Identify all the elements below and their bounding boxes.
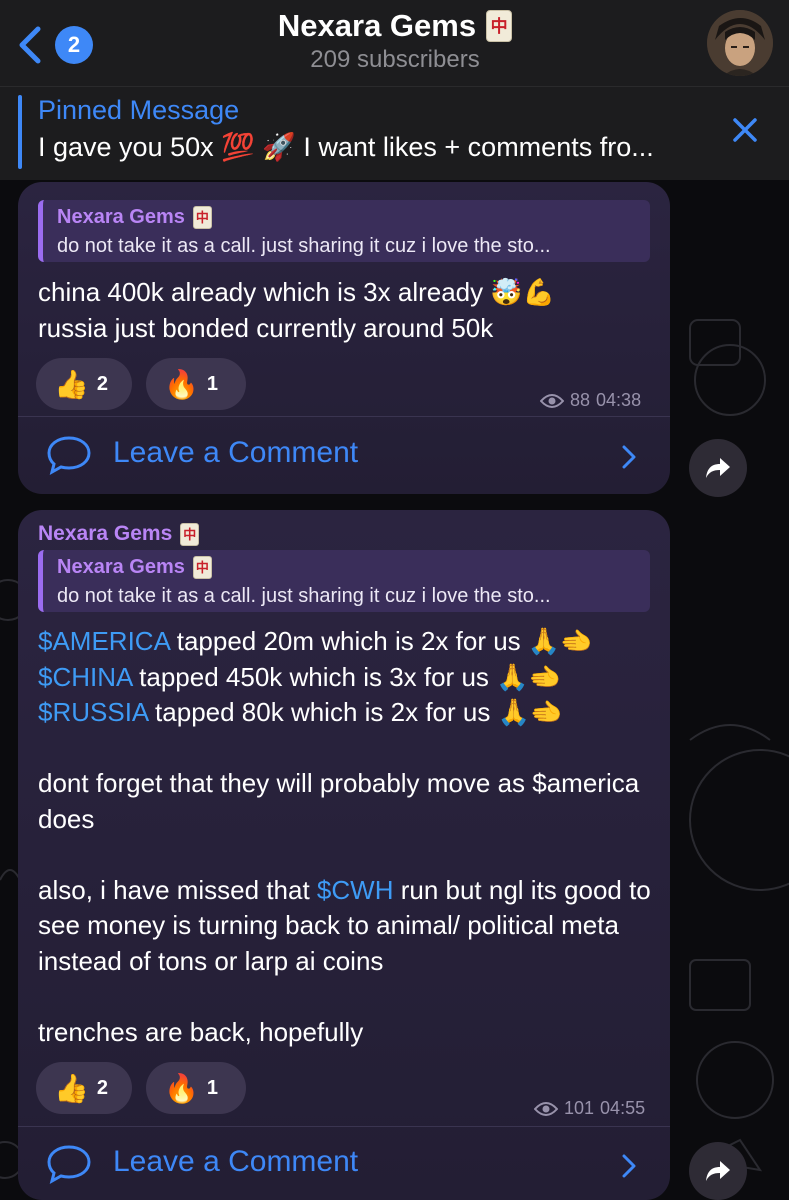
message-text: $AMERICA tapped 20m which is 2x for us 🙏… (38, 624, 658, 1050)
message-text: china 400k already which is 3x already 🤯… (38, 275, 658, 346)
reaction-fire[interactable]: 🔥 1 (146, 1062, 246, 1114)
reaction-thumbs-up[interactable]: 👍 2 (36, 358, 132, 410)
channel-avatar[interactable] (707, 10, 773, 76)
pinned-message-bar[interactable]: Pinned Message I gave you 50x 💯 🚀 I want… (0, 86, 789, 180)
chevron-right-icon (622, 1154, 636, 1178)
reply-author: Nexara Gems 中 (57, 556, 650, 579)
line-text: tapped 450k which is 3x for us 🙏🫲 (131, 661, 561, 692)
reaction-count: 2 (96, 372, 108, 395)
reaction-count: 2 (96, 1076, 108, 1099)
eye-icon (540, 393, 564, 408)
reply-preview[interactable]: Nexara Gems 中 do not take it as a call. … (38, 200, 650, 262)
reply-preview[interactable]: Nexara Gems 中 do not take it as a call. … (38, 550, 650, 612)
comment-bubble-icon (47, 1145, 91, 1184)
message-meta: 88 04:38 (540, 390, 641, 411)
message-bubble: Nexara Gems 中 do not take it as a call. … (18, 182, 670, 494)
view-count: 101 (564, 1098, 595, 1118)
message-line: china 400k already which is 3x already 🤯… (38, 277, 556, 307)
subscriber-count: 209 subscribers (310, 46, 480, 73)
message-time: 04:38 (596, 390, 642, 410)
message-bubble: Nexara Gems 中 Nexara Gems 中 do not take … (18, 510, 670, 1200)
message-sender[interactable]: Nexara Gems 中 (38, 522, 200, 546)
message-paragraph: dont forget that they will probably move… (38, 768, 640, 834)
divider (18, 416, 670, 417)
back-button[interactable]: 2 (14, 22, 93, 66)
reaction-count: 1 (206, 1076, 218, 1099)
comment-label: Leave a Comment (113, 1145, 359, 1178)
unread-count-badge: 2 (55, 26, 93, 64)
pinned-text: I gave you 50x 💯 🚀 I want likes + commen… (38, 132, 654, 162)
comment-label: Leave a Comment (113, 436, 359, 469)
pinned-label: Pinned Message (38, 95, 240, 125)
cashtag-link[interactable]: $CHINA (38, 662, 132, 692)
sender-name: Nexara Gems (38, 522, 173, 545)
divider (18, 1126, 670, 1127)
leave-comment-button[interactable]: Leave a Comment (18, 419, 670, 491)
share-button[interactable] (689, 1142, 747, 1200)
comment-bubble-icon (47, 436, 91, 475)
message-line: $CHINA tapped 450k which is 3x for us 🙏🫲 (38, 660, 658, 696)
chevron-left-icon (19, 26, 41, 64)
reply-text: do not take it as a call. just sharing i… (57, 585, 551, 607)
message-line: $AMERICA tapped 20m which is 2x for us 🙏… (38, 624, 658, 660)
message-paragraph: also, i have missed that $CWH run but ng… (38, 873, 658, 980)
reaction-fire[interactable]: 🔥 1 (146, 358, 246, 410)
share-arrow-icon (706, 1161, 730, 1181)
eye-icon (534, 1101, 558, 1116)
reaction-count: 1 (206, 372, 218, 395)
channel-title: Nexara Gems 中 (277, 8, 513, 44)
reply-author-name: Nexara Gems (57, 206, 185, 228)
reply-author: Nexara Gems 中 (57, 206, 650, 229)
thumbs-up-icon: 👍 (54, 1072, 89, 1104)
message-line: russia just bonded currently around 50k (38, 312, 494, 343)
channel-name: Nexara Gems (277, 8, 477, 43)
cashtag-link[interactable]: $AMERICA (38, 626, 170, 656)
thumbs-up-icon: 👍 (54, 368, 89, 400)
message-meta: 101 04:55 (534, 1098, 645, 1119)
reaction-thumbs-up[interactable]: 👍 2 (36, 1062, 132, 1114)
reply-author-name: Nexara Gems (57, 556, 185, 578)
cashtag-link[interactable]: $RUSSIA (38, 697, 148, 727)
leave-comment-button[interactable]: Leave a Comment (18, 1128, 670, 1200)
message-paragraph: trenches are back, hopefully (38, 1016, 364, 1047)
line-text: tapped 20m which is 2x for us 🙏🫲 (169, 626, 593, 656)
chevron-right-icon (622, 445, 636, 469)
fire-icon: 🔥 (164, 368, 199, 400)
mahjong-tile-icon: 中 (486, 10, 513, 42)
close-icon[interactable] (730, 115, 760, 145)
pinned-indicator (18, 95, 22, 169)
cashtag-link[interactable]: $CWH (317, 875, 394, 905)
fire-icon: 🔥 (164, 1072, 199, 1104)
message-time: 04:55 (600, 1098, 646, 1118)
share-arrow-icon (706, 458, 730, 478)
paragraph-text: also, i have missed that (38, 874, 317, 905)
reply-text: do not take it as a call. just sharing i… (57, 235, 551, 257)
line-text: tapped 80k which is 2x for us 🙏🫲 (147, 697, 563, 727)
avatar-portrait-icon (707, 10, 773, 76)
message-line: $RUSSIA tapped 80k which is 2x for us 🙏🫲 (38, 695, 658, 731)
share-button[interactable] (689, 439, 747, 497)
channel-title-area[interactable]: Nexara Gems 中 209 subscribers (160, 8, 630, 74)
mahjong-tile-icon: 中 (180, 522, 200, 546)
mahjong-tile-icon: 中 (192, 556, 212, 579)
view-count: 88 (570, 390, 591, 410)
chat-header: 2 Nexara Gems 中 209 subscribers (0, 0, 789, 86)
mahjong-tile-icon: 中 (192, 206, 212, 229)
